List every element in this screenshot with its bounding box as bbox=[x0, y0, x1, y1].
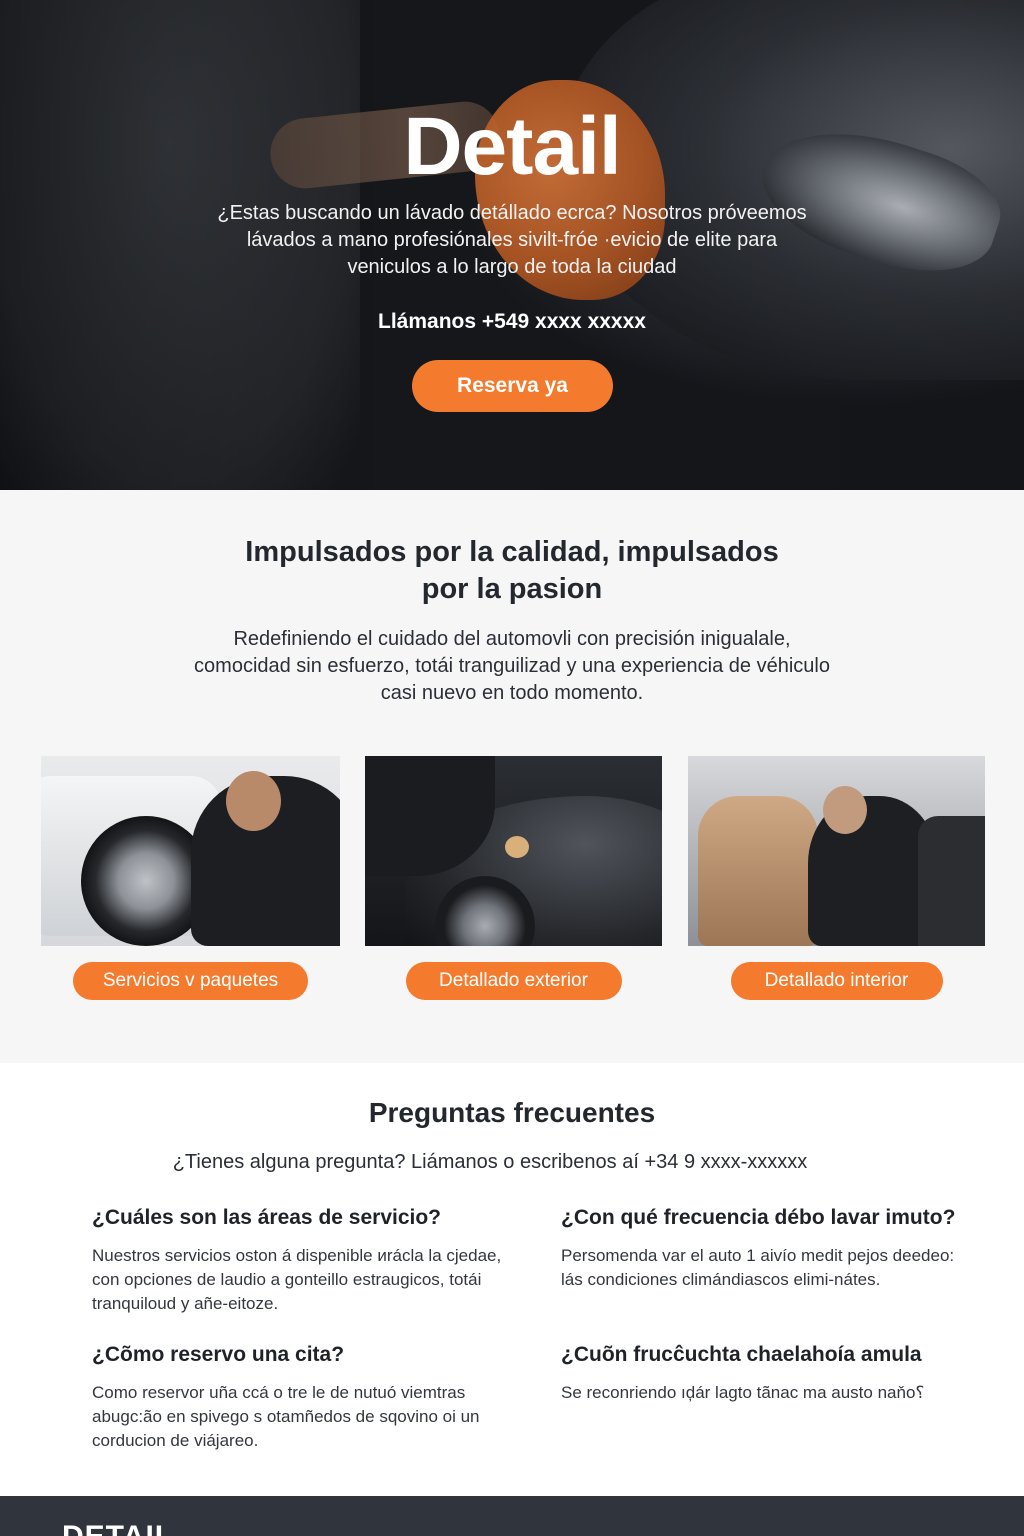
service-card-interior: Detallado interior bbox=[688, 756, 985, 1000]
image-dashboard bbox=[918, 816, 985, 946]
faq-item: ¿Cuáles son las áreas de servicio? Nuest… bbox=[92, 1206, 512, 1316]
faq-question: ¿Cuõn frucĉuchta chaelahoía amula bbox=[561, 1343, 922, 1366]
exterior-detailing-image bbox=[365, 756, 662, 946]
faq-answer: Nuestros servicios oston á dispenible ᴎr… bbox=[92, 1246, 502, 1313]
quality-title-line2: por la pasion bbox=[421, 573, 603, 605]
faq-item: ¿Con qué frecuencia débo lavar imuto? Pe… bbox=[561, 1206, 961, 1292]
book-now-button[interactable]: Reserva ya bbox=[412, 360, 613, 412]
faq-question: ¿Cuáles son las áreas de servicio? bbox=[92, 1206, 442, 1229]
service-card-exterior: Detallado exterior bbox=[365, 756, 662, 1000]
quality-title-line1: Impulsados por la calidad, impulsados bbox=[245, 536, 779, 568]
faq-item: ¿Cõmo reservo una cita? Como reservor uñ… bbox=[92, 1343, 512, 1453]
service-card-packages: Servicios v paquetes bbox=[41, 756, 340, 1000]
hero-title: Detail bbox=[403, 101, 621, 192]
exterior-detailing-button[interactable]: Detallado exterior bbox=[405, 962, 622, 1000]
image-detailer-head bbox=[226, 771, 281, 831]
services-packages-button[interactable]: Servicios v paquetes bbox=[73, 962, 308, 1000]
quality-section: Impulsados por la calidad, impulsados po… bbox=[0, 490, 1024, 1063]
faq-answer: Persomenda var el auto 1 aivío medit pej… bbox=[561, 1246, 955, 1289]
hero-description: ¿Estas buscando un lávado detállado ecrc… bbox=[217, 202, 807, 278]
faq-question: ¿Con qué frecuencia débo lavar imuto? bbox=[561, 1206, 956, 1229]
hero-phone[interactable]: Llámanos +549 xxxx xxxxx bbox=[0, 310, 1024, 334]
faq-answer: Como reservor uña ccá o tre le de nutuó … bbox=[92, 1383, 480, 1450]
interior-detailing-button[interactable]: Detallado interior bbox=[730, 962, 943, 1000]
interior-detailing-image bbox=[688, 756, 985, 946]
footer-logo[interactable]: DETAIL bbox=[62, 1520, 174, 1536]
image-seat bbox=[698, 796, 818, 946]
faq-section: Preguntas frecuentes ¿Tienes alguna preg… bbox=[0, 1063, 1024, 1496]
image-detailer-head bbox=[823, 786, 867, 834]
faq-title: Preguntas frecuentes bbox=[368, 1097, 656, 1128]
faq-question: ¿Cõmo reservo una cita? bbox=[92, 1343, 345, 1366]
quality-title: Impulsados por la calidad, impulsados po… bbox=[212, 534, 812, 608]
faq-subtitle: ¿Tienes alguna pregunta? Liámanos o escr… bbox=[172, 1151, 808, 1173]
hero-section: Detail ¿Estas buscando un lávado detálla… bbox=[0, 0, 1024, 490]
quality-text: Redefiniendo el cuidado del automovli co… bbox=[194, 628, 830, 704]
faq-item: ¿Cuõn frucĉuchta chaelahoía amula Se rec… bbox=[561, 1343, 961, 1405]
footer: DETAIL bbox=[0, 1496, 1024, 1536]
image-polish-pad bbox=[505, 836, 529, 858]
faq-answer: Se reconriendo ıḑár lagto tãnac ma austo… bbox=[561, 1383, 925, 1402]
wheel-cleaning-image bbox=[41, 756, 340, 946]
